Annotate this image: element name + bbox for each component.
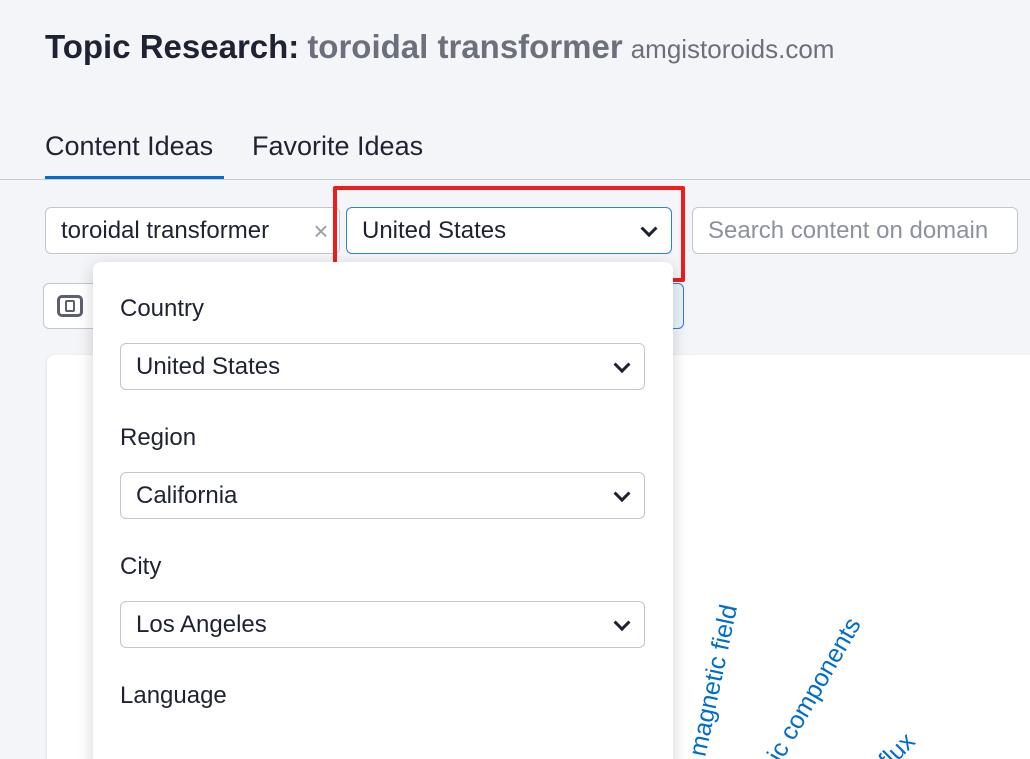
location-dropdown: Country United States Region California … bbox=[93, 262, 673, 759]
country-dropdown-value: United States bbox=[136, 353, 281, 380]
page-title-prefix: Topic Research: bbox=[45, 28, 300, 65]
chevron-down-icon bbox=[613, 613, 631, 631]
country-dropdown-select[interactable]: United States bbox=[120, 343, 645, 390]
page-title-domain: amgistoroids.com bbox=[630, 34, 835, 64]
tab-favorite-ideas[interactable]: Favorite Ideas bbox=[252, 124, 442, 180]
domain-search-input[interactable] bbox=[692, 207, 1018, 254]
close-icon[interactable]: × bbox=[309, 218, 333, 244]
tab-divider bbox=[0, 179, 1030, 180]
page-title: Topic Research: toroidal transformer amgis… bbox=[45, 26, 834, 75]
region-select-value: California bbox=[136, 482, 238, 509]
chevron-down-icon bbox=[613, 355, 631, 373]
page-title-keyword: toroidal transformer bbox=[307, 28, 623, 65]
country-select-value: United States bbox=[362, 217, 507, 244]
keyword-input-value: toroidal transformer bbox=[61, 217, 270, 244]
city-select[interactable]: Los Angeles bbox=[120, 601, 645, 648]
language-label: Language bbox=[120, 682, 227, 709]
city-label: City bbox=[120, 553, 162, 580]
keyword-input[interactable]: toroidal transformer × bbox=[45, 207, 340, 254]
tab-content-ideas[interactable]: Content Ideas bbox=[45, 124, 224, 180]
card-view-icon[interactable] bbox=[57, 295, 83, 317]
city-select-value: Los Angeles bbox=[136, 611, 267, 638]
region-label: Region bbox=[120, 424, 197, 451]
region-select[interactable]: California bbox=[120, 472, 645, 519]
chevron-down-icon bbox=[640, 219, 658, 237]
chevron-down-icon bbox=[613, 484, 631, 502]
country-select[interactable]: United States bbox=[346, 207, 672, 254]
country-label: Country bbox=[120, 295, 205, 322]
